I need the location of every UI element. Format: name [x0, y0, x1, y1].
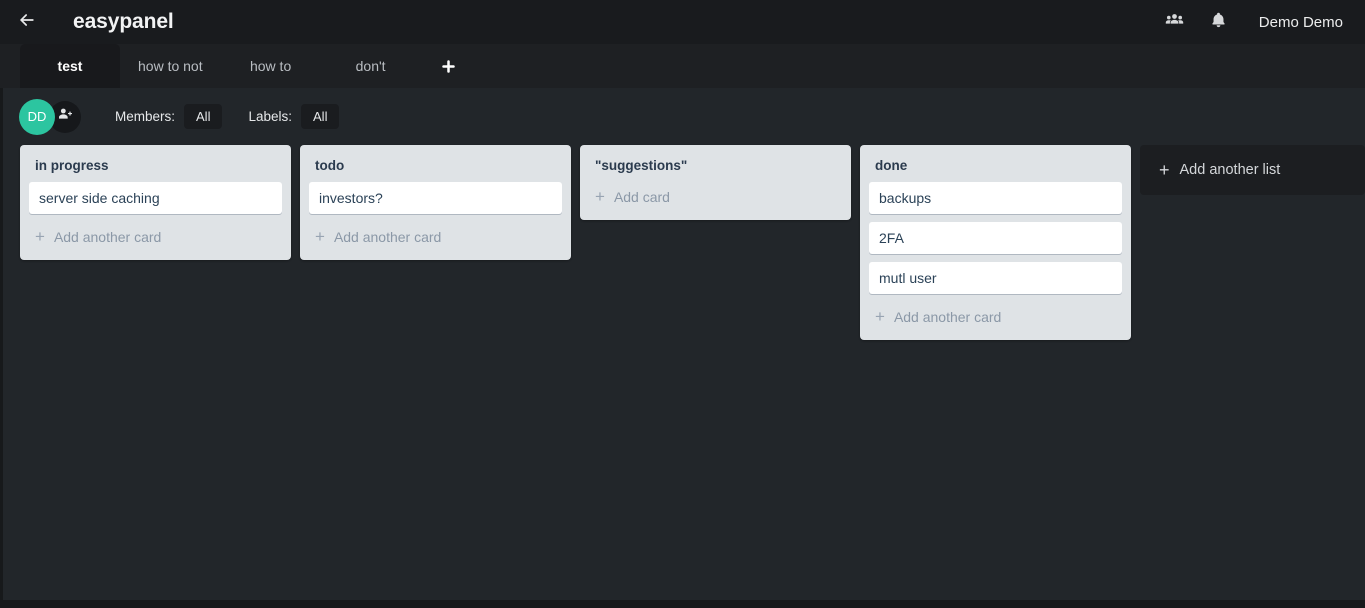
plus-icon: + [875, 307, 885, 326]
add-list-button[interactable]: + Add another list [1140, 145, 1365, 195]
tab-test[interactable]: test [20, 44, 120, 88]
plus-icon: + [1159, 160, 1170, 180]
add-card-label: Add another card [893, 308, 1002, 325]
board-members: DD [19, 98, 81, 135]
card[interactable]: investors? [309, 182, 562, 214]
left-edge-strip [0, 88, 3, 608]
plus-icon [441, 59, 456, 74]
add-card-button[interactable]: + Add another card [29, 222, 282, 256]
plus-icon: + [315, 227, 325, 246]
card[interactable]: backups [869, 182, 1122, 214]
back-button[interactable] [12, 7, 42, 37]
board-list: "suggestions" + Add card [580, 145, 851, 220]
tab-dont[interactable]: don't [321, 44, 421, 88]
plus-icon: + [595, 187, 605, 206]
add-card-button[interactable]: + Add another card [309, 222, 562, 256]
members-filter-label: Members: [115, 109, 176, 124]
avatar[interactable]: DD [19, 98, 55, 135]
tab-how-to[interactable]: how to [221, 44, 321, 88]
add-card-button[interactable]: + Add another card [869, 302, 1122, 336]
board-list: done backups 2FA mutl user + Add another card [860, 145, 1131, 340]
list-title[interactable]: "suggestions" [589, 153, 842, 182]
people-icon [1165, 10, 1184, 34]
list-title[interactable]: done [869, 153, 1122, 182]
add-board-button[interactable] [421, 44, 477, 88]
add-card-label: Add another card [333, 228, 442, 245]
bell-icon [1210, 10, 1227, 34]
labels-filter-value[interactable]: All [301, 104, 340, 129]
arrow-left-icon [17, 10, 37, 35]
board-list: in progress server side caching + Add anoth… [20, 145, 291, 260]
card[interactable]: mutl user [869, 262, 1122, 294]
app-viewport: easypanel Demo Demo test how to not how … [0, 0, 1365, 608]
labels-filter-label: Labels: [248, 109, 293, 124]
card[interactable]: 2FA [869, 222, 1122, 254]
members-filter-value[interactable]: All [184, 104, 223, 129]
board-list: todo investors? + Add another card [300, 145, 571, 260]
members-button[interactable] [1153, 2, 1197, 42]
app-title: easypanel [73, 10, 174, 33]
list-title[interactable]: todo [309, 153, 562, 182]
header-actions: Demo Demo [1153, 2, 1343, 42]
add-list-label: Add another list [1179, 162, 1281, 178]
user-menu[interactable]: Demo Demo [1259, 14, 1343, 31]
labels-filter: Labels: All [248, 104, 340, 129]
plus-icon: + [35, 227, 45, 246]
tab-how-to-not[interactable]: how to not [120, 44, 221, 88]
board-lists: in progress server side caching + Add anoth… [0, 145, 1365, 585]
filter-bar: DD Members: All Labels: All [0, 88, 1365, 145]
board-tab-bar: test how to not how to don't [0, 44, 1365, 88]
list-title[interactable]: in progress [29, 153, 282, 182]
add-card-label: Add another card [53, 228, 162, 245]
add-card-button[interactable]: + Add card [589, 182, 842, 216]
add-card-label: Add card [613, 188, 670, 205]
app-header: easypanel Demo Demo [0, 0, 1365, 44]
person-add-icon [57, 106, 73, 127]
card[interactable]: server side caching [29, 182, 282, 214]
members-filter: Members: All [115, 104, 223, 129]
horizontal-scrollbar[interactable] [0, 600, 1365, 608]
notifications-button[interactable] [1197, 2, 1241, 42]
